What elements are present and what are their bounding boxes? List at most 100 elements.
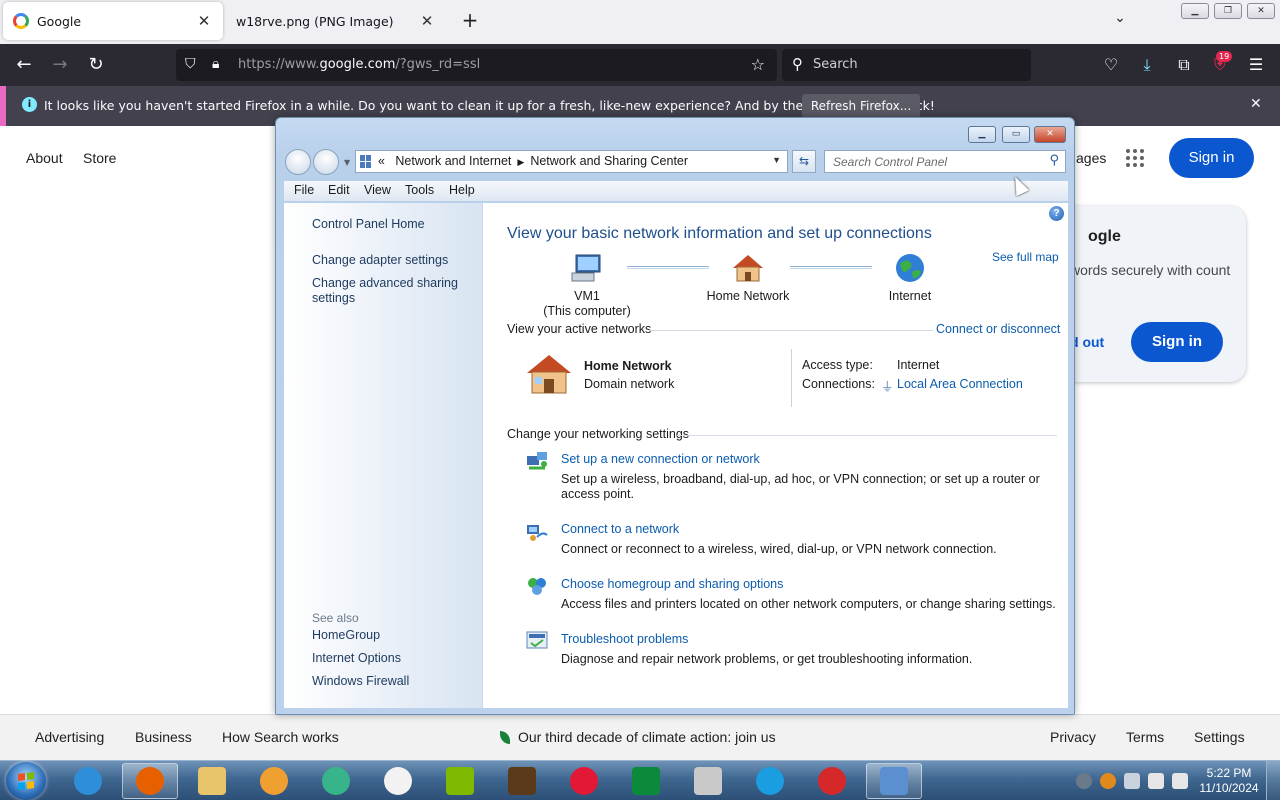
- tray-search-icon[interactable]: [1100, 773, 1116, 789]
- menu-edit[interactable]: Edit: [328, 183, 350, 197]
- taskbar-app-internet-explorer[interactable]: [60, 763, 116, 799]
- homegroup-link[interactable]: HomeGroup: [312, 628, 472, 643]
- downloads-icon[interactable]: ⤓: [1135, 53, 1159, 77]
- tab-google[interactable]: Google ✕: [3, 2, 223, 40]
- see-full-map-link[interactable]: See full map: [992, 250, 1059, 264]
- images-link[interactable]: ages: [1076, 150, 1106, 166]
- close-notification-icon[interactable]: ✕: [1250, 96, 1262, 112]
- advertising-link[interactable]: Advertising: [35, 729, 104, 745]
- taskbar-app-firefox[interactable]: [122, 763, 178, 799]
- start-button[interactable]: [6, 762, 46, 800]
- back-icon[interactable]: ←: [11, 52, 37, 78]
- close-tab-icon[interactable]: ✕: [195, 12, 213, 30]
- extensions-icon[interactable]: ⧉: [1172, 53, 1196, 77]
- sign-in-button[interactable]: Sign in: [1169, 138, 1254, 178]
- troubleshoot-link[interactable]: Troubleshoot problems: [561, 632, 688, 646]
- breadcrumb-arrow-icon[interactable]: ▶: [515, 157, 527, 167]
- setup-connection-link[interactable]: Set up a new connection or network: [561, 452, 760, 466]
- card-sign-in-button[interactable]: Sign in: [1131, 322, 1223, 362]
- tray-action-center-icon[interactable]: [1124, 773, 1140, 789]
- tray-flag-icon[interactable]: [1172, 773, 1188, 789]
- tray-network-icon[interactable]: [1076, 773, 1092, 789]
- privacy-link[interactable]: Privacy: [1050, 729, 1096, 745]
- breadcrumb-sharing-center[interactable]: Network and Sharing Center: [530, 154, 688, 168]
- taskbar-app-generic-app[interactable]: [680, 763, 736, 799]
- about-link[interactable]: About: [26, 150, 63, 166]
- menu-view[interactable]: View: [364, 183, 391, 197]
- breadcrumb-overflow[interactable]: «: [378, 154, 385, 168]
- windows-firewall-link[interactable]: Windows Firewall: [312, 674, 472, 689]
- climate-action-link[interactable]: Our third decade of climate action: join…: [500, 729, 776, 745]
- google-apps-icon[interactable]: [1126, 149, 1144, 167]
- control-panel-home-link[interactable]: Control Panel Home: [312, 217, 472, 232]
- local-area-connection-link[interactable]: Local Area Connection: [897, 377, 1023, 391]
- cp-minimize-icon[interactable]: ▁: [968, 126, 996, 143]
- cp-refresh-icon[interactable]: ⇆: [792, 150, 816, 173]
- search-bar[interactable]: ⚲ Search: [782, 49, 1031, 81]
- tab-png-image[interactable]: w18rve.png (PNG Image) ✕: [226, 2, 446, 40]
- cp-forward-icon[interactable]: [313, 149, 339, 175]
- taskbar-app-ups[interactable]: [494, 763, 550, 799]
- tray-volume-icon[interactable]: [1148, 773, 1164, 789]
- forward-icon[interactable]: →: [47, 52, 73, 78]
- cp-address-bar[interactable]: « Network and Internet ▶ Network and Sha…: [355, 150, 788, 173]
- pocket-icon[interactable]: ♡: [1099, 53, 1123, 77]
- help-icon[interactable]: ?: [1049, 206, 1064, 221]
- menu-file[interactable]: File: [294, 183, 314, 197]
- taskbar-app-chat-app[interactable]: [308, 763, 364, 799]
- tracking-shield-icon[interactable]: ⛉: [185, 56, 196, 72]
- internet-options-link[interactable]: Internet Options: [312, 651, 472, 666]
- taskbar-app-store-bag[interactable]: [618, 763, 674, 799]
- active-networks-heading: View your active networks: [507, 322, 652, 336]
- home-network-icon[interactable]: [525, 353, 573, 398]
- change-adapter-settings-link[interactable]: Change adapter settings: [312, 253, 472, 268]
- map-node-home-network[interactable]: Home Network: [688, 251, 808, 304]
- restore-icon[interactable]: ❐: [1214, 3, 1242, 19]
- url-text[interactable]: https://www.google.com/?gws_rd=ssl: [238, 57, 480, 72]
- close-tab-icon[interactable]: ✕: [418, 12, 436, 30]
- menu-icon[interactable]: ☰: [1244, 53, 1268, 77]
- url-bar[interactable]: ⛉ 🔒︎ https://www.google.com/?gws_rd=ssl …: [176, 49, 777, 81]
- taskbar: 5:22 PM 11/10/2024: [0, 760, 1280, 800]
- card-stay-signed-out-link[interactable]: d out: [1070, 334, 1104, 350]
- search-control-panel-input[interactable]: Search Control Panel ⚲: [824, 150, 1066, 173]
- breadcrumb-network-internet[interactable]: Network and Internet: [395, 154, 511, 168]
- close-window-icon[interactable]: ✕: [1247, 3, 1275, 19]
- store-link[interactable]: Store: [83, 150, 116, 166]
- how-search-works-link[interactable]: How Search works: [222, 729, 339, 745]
- taskbar-app-media-player[interactable]: [246, 763, 302, 799]
- cp-back-icon[interactable]: [285, 149, 311, 175]
- reload-icon[interactable]: ↻: [83, 52, 109, 78]
- settings-link[interactable]: Settings: [1194, 729, 1245, 745]
- taskbar-app-file-explorer[interactable]: [184, 763, 240, 799]
- network-type-link[interactable]: Domain network: [584, 377, 674, 391]
- connect-to-network-link[interactable]: Connect to a network: [561, 522, 679, 536]
- connect-or-disconnect-link[interactable]: Connect or disconnect: [936, 322, 1060, 336]
- cp-maximize-icon[interactable]: ▭: [1002, 126, 1030, 143]
- terms-link[interactable]: Terms: [1126, 729, 1164, 745]
- new-tab-button[interactable]: +: [458, 8, 482, 32]
- taskbar-app-microsoft[interactable]: [432, 763, 488, 799]
- minimize-icon[interactable]: ▁: [1181, 3, 1209, 19]
- search-icon[interactable]: ⚲: [1049, 153, 1059, 168]
- show-desktop-button[interactable]: [1266, 761, 1280, 800]
- menu-help[interactable]: Help: [449, 183, 475, 197]
- map-node-internet[interactable]: Internet: [850, 251, 970, 304]
- address-dropdown-icon[interactable]: ▼: [772, 155, 781, 165]
- refresh-firefox-button[interactable]: Refresh Firefox...: [802, 94, 920, 118]
- recent-pages-icon[interactable]: ▼: [344, 158, 350, 167]
- business-link[interactable]: Business: [135, 729, 192, 745]
- taskbar-app-edge[interactable]: [742, 763, 798, 799]
- menu-tools[interactable]: Tools: [405, 183, 434, 197]
- homegroup-sharing-link[interactable]: Choose homegroup and sharing options: [561, 577, 783, 591]
- taskbar-app-control-panel[interactable]: [866, 763, 922, 799]
- taskbar-app-youtube[interactable]: [370, 763, 426, 799]
- list-all-tabs-icon[interactable]: ⌄: [1108, 10, 1132, 32]
- lock-icon[interactable]: 🔒︎: [212, 56, 219, 72]
- cp-close-icon[interactable]: ✕: [1034, 126, 1066, 143]
- taskbar-clock[interactable]: 5:22 PM 11/10/2024: [1196, 766, 1262, 796]
- taskbar-app-angry-birds[interactable]: [804, 763, 860, 799]
- bookmark-star-icon[interactable]: ☆: [751, 55, 765, 74]
- taskbar-app-bank-of-america[interactable]: [556, 763, 612, 799]
- change-advanced-sharing-link[interactable]: Change advanced sharing settings: [312, 276, 472, 306]
